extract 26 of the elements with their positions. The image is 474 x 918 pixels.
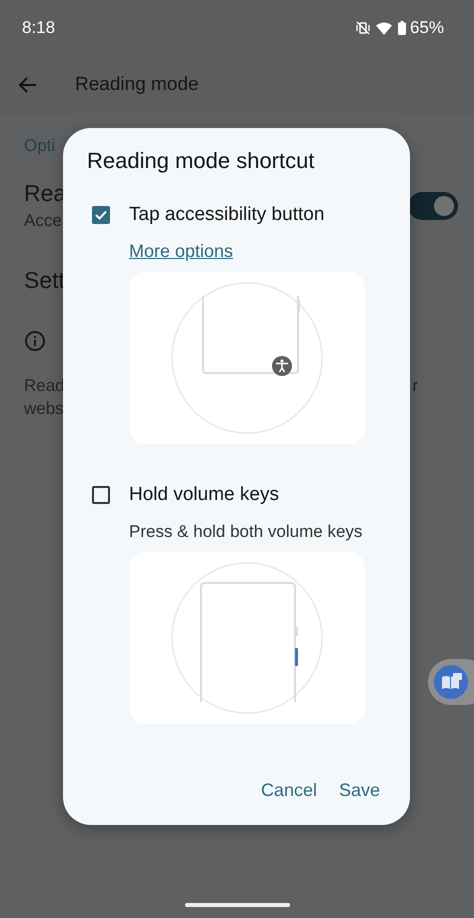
settings-row-title: Sett: [24, 267, 65, 294]
more-options-link[interactable]: More options: [129, 241, 234, 262]
wifi-icon: [376, 22, 392, 34]
dialog-button[interactable]: Save: [330, 774, 388, 807]
option-description: Press & hold both volume keys: [129, 522, 362, 542]
vibrate-off-icon: [356, 21, 370, 35]
description-text: webs: [24, 398, 64, 420]
setting-subtitle: Acce: [24, 211, 62, 231]
option-label[interactable]: Tap accessibility button: [129, 204, 324, 226]
description-text: r: [412, 375, 418, 397]
back-arrow-icon[interactable]: [19, 77, 37, 93]
checkbox[interactable]: [92, 206, 110, 224]
dialog-title: Reading mode shortcut: [87, 148, 316, 174]
toggle-switch[interactable]: [408, 192, 458, 220]
dialog-button[interactable]: Cancel: [252, 774, 325, 807]
info-icon: [24, 330, 46, 352]
battery-percent: 65%: [410, 18, 444, 38]
status-time: 8:18: [22, 18, 56, 38]
battery-icon: [398, 21, 406, 35]
reading-mode-floating-button[interactable]: [428, 659, 474, 705]
description-text: Read: [24, 375, 65, 397]
section-header: Opti: [24, 136, 56, 156]
option-label[interactable]: Hold volume keys: [129, 484, 279, 506]
page-title: Reading mode: [75, 74, 199, 96]
book-icon: [434, 665, 468, 699]
checkbox[interactable]: [92, 486, 110, 504]
